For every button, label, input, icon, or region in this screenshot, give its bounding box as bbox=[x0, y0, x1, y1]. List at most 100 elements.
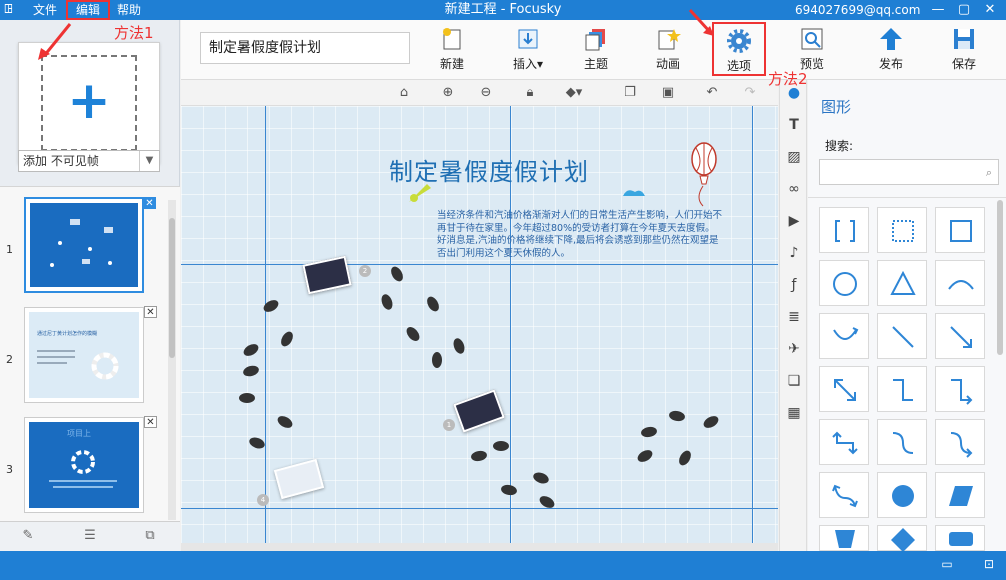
zoom-in-icon[interactable]: ⊕ bbox=[439, 85, 457, 101]
frame-order-badge[interactable]: 2 bbox=[359, 265, 371, 277]
animation-button[interactable]: 动画 bbox=[641, 22, 695, 76]
pin-icon bbox=[409, 184, 431, 202]
project-name-input[interactable]: 制定暑假度假计划 bbox=[200, 32, 410, 64]
delete-frame-icon[interactable]: ✕ bbox=[143, 197, 156, 209]
theme-label: 主题 bbox=[583, 57, 608, 71]
insert-label: 插入▾ bbox=[512, 57, 544, 71]
fill-color-icon[interactable]: ◆▾ bbox=[565, 85, 583, 101]
insert-category-tabs: ● T ▨ ∞ ▶ ♪ ƒ ≣ ✈ ❏ ▦ bbox=[779, 80, 807, 551]
screen-icon[interactable]: ▭ bbox=[938, 557, 956, 573]
shape-diamond[interactable] bbox=[877, 525, 927, 552]
frame-order-badge[interactable]: 4 bbox=[257, 494, 269, 506]
search-label: 搜索: bbox=[825, 139, 854, 153]
unlock-icon[interactable]: ⊡ bbox=[980, 557, 998, 573]
frame-thumb-3[interactable]: 项目上 ✕ bbox=[24, 416, 157, 513]
shape-s-curve-arrow[interactable] bbox=[935, 419, 985, 465]
user-account[interactable]: 694027699@qq.com bbox=[795, 0, 920, 20]
shape-circle[interactable] bbox=[819, 260, 869, 306]
shape-curved-arrow[interactable] bbox=[819, 313, 869, 359]
shape-s-curve[interactable] bbox=[877, 419, 927, 465]
lock-icon[interactable]: 🔒︎ bbox=[521, 85, 539, 101]
copy-icon[interactable]: ❐ bbox=[621, 85, 639, 101]
divider bbox=[808, 197, 1006, 198]
canvas-hscrollbar[interactable] bbox=[181, 543, 778, 551]
layers-tab-icon[interactable]: ❏ bbox=[785, 372, 803, 390]
publish-button[interactable]: 发布 bbox=[864, 22, 918, 76]
undo-icon[interactable]: ↶ bbox=[703, 85, 721, 101]
frame-thumb-2[interactable]: 通过尼丁黄计划怎作的模糊 ✕ bbox=[24, 306, 157, 403]
delete-frame-icon[interactable]: ✕ bbox=[144, 416, 157, 428]
frame-thumb-preview bbox=[30, 203, 138, 287]
menu-file[interactable]: 文件 bbox=[33, 0, 57, 20]
shape-curved-double-arrow[interactable] bbox=[819, 472, 869, 518]
frame-number: 2 bbox=[6, 353, 13, 366]
save-button[interactable]: 保存 bbox=[937, 22, 991, 76]
redo-icon[interactable]: ↷ bbox=[741, 85, 759, 101]
frame-panel-toolbar: ✎ ☰ ⧉ bbox=[0, 521, 180, 551]
shape-elbow-double-arrow[interactable] bbox=[819, 419, 869, 465]
paste-icon[interactable]: ▣ bbox=[659, 85, 677, 101]
main-toolbar: 制定暑假度假计划 新建 插入▾ 主题 动画 选项 预览 发布 保存 bbox=[181, 20, 1006, 80]
menu-edit[interactable]: 编辑 bbox=[66, 0, 110, 20]
zoom-out-icon[interactable]: ⊖ bbox=[477, 85, 495, 101]
annotation-method1: 方法1 bbox=[114, 24, 154, 42]
frame-thumb-preview: 项目上 bbox=[29, 422, 139, 508]
text-tab-icon[interactable]: T bbox=[785, 116, 803, 134]
shape-search-input[interactable]: ⌕ bbox=[819, 159, 999, 185]
shape-arrow[interactable] bbox=[935, 313, 985, 359]
insert-button[interactable]: 插入▾ bbox=[501, 22, 555, 76]
animation-icon bbox=[658, 29, 681, 50]
home-icon[interactable]: ⌂ bbox=[395, 85, 413, 101]
status-bar: ▭ ⊡ bbox=[0, 551, 1006, 580]
menu-help[interactable]: 帮助 bbox=[117, 0, 141, 20]
maximize-icon[interactable]: ▢ bbox=[952, 0, 976, 20]
annotation-method2: 方法2 bbox=[768, 70, 808, 88]
scrollbar-thumb[interactable] bbox=[169, 218, 175, 358]
shape-elbow-arrow[interactable] bbox=[935, 366, 985, 412]
editing-canvas[interactable]: 制定暑假度假计划 当经济条件和汽油价格渐渐对人们的日常生活产生影响，人们开始不再… bbox=[181, 106, 778, 551]
shape-rounded-rect[interactable] bbox=[935, 525, 985, 551]
new-icon bbox=[443, 28, 461, 50]
options-button[interactable]: 选项 bbox=[712, 22, 766, 76]
video-tab-icon[interactable]: ▶ bbox=[785, 212, 803, 230]
frame-settings-icon[interactable]: ☰ bbox=[80, 528, 100, 546]
edit-frame-icon[interactable]: ✎ bbox=[18, 528, 38, 546]
theme-button[interactable]: 主题 bbox=[569, 22, 623, 76]
chevron-down-icon[interactable]: ▼ bbox=[139, 151, 159, 171]
frame-transition-icon[interactable]: ⧉ bbox=[140, 528, 160, 546]
link-tab-icon[interactable]: ∞ bbox=[785, 180, 803, 198]
animation-label: 动画 bbox=[655, 57, 680, 71]
frame-thumbnail-list: 1 ✕ 2 通过尼丁黄计划怎作的模糊 ✕ 3 项目上 ✕ bbox=[0, 186, 180, 521]
layout-tab-icon[interactable]: ▦ bbox=[785, 404, 803, 422]
frame-order-badge[interactable]: 1 bbox=[443, 419, 455, 431]
shape-elbow-line[interactable] bbox=[877, 366, 927, 412]
shape-brackets[interactable] bbox=[819, 207, 869, 253]
frame-thumb-1[interactable]: ✕ bbox=[24, 197, 156, 293]
shapes-scrollbar[interactable] bbox=[997, 200, 1003, 355]
search-icon: ⌕ bbox=[985, 166, 992, 179]
new-button[interactable]: 新建 bbox=[425, 22, 479, 76]
frame-type-select[interactable]: 添加 不可见帧 ▼ bbox=[18, 150, 160, 172]
flash-tab-icon[interactable]: ƒ bbox=[785, 276, 803, 294]
add-frame-button[interactable]: + bbox=[18, 42, 160, 164]
shape-parallelogram[interactable] bbox=[935, 472, 985, 518]
publish-label: 发布 bbox=[878, 57, 903, 71]
frame-thumb-decoration bbox=[37, 350, 119, 380]
shape-filled-circle[interactable] bbox=[877, 472, 927, 518]
delete-frame-icon[interactable]: ✕ bbox=[144, 306, 157, 318]
close-icon[interactable]: ✕ bbox=[978, 0, 1002, 20]
shape-arc[interactable] bbox=[935, 260, 985, 306]
image-tab-icon[interactable]: ▨ bbox=[785, 148, 803, 166]
document-tab-icon[interactable]: ≣ bbox=[785, 308, 803, 326]
thumbnail-scrollbar[interactable] bbox=[168, 200, 176, 520]
minimize-icon[interactable]: — bbox=[926, 0, 950, 20]
shape-rectangle[interactable] bbox=[935, 207, 985, 253]
music-tab-icon[interactable]: ♪ bbox=[785, 244, 803, 262]
shape-triangle[interactable] bbox=[877, 260, 927, 306]
shape-line[interactable] bbox=[877, 313, 927, 359]
shape-dotted-rect[interactable] bbox=[877, 207, 927, 253]
new-label: 新建 bbox=[439, 57, 464, 71]
shape-trapezoid[interactable] bbox=[819, 525, 869, 551]
shape-double-arrow[interactable] bbox=[819, 366, 869, 412]
plane-tab-icon[interactable]: ✈ bbox=[785, 340, 803, 358]
